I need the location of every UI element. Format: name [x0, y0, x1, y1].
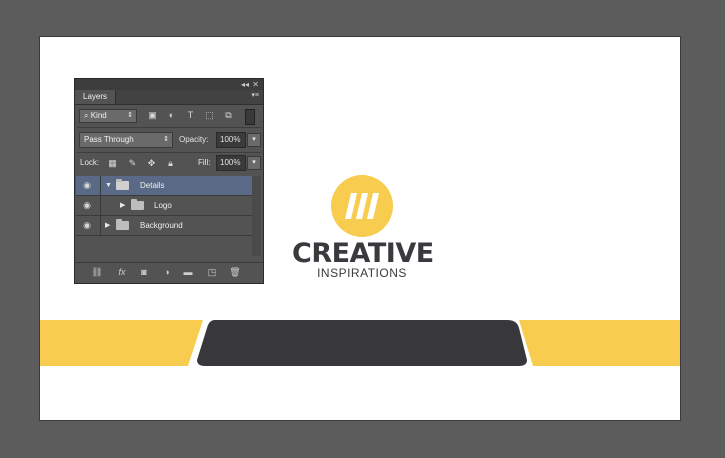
layers-scrollbar[interactable]	[252, 176, 261, 256]
lock-all-icon[interactable]: 🔒︎	[165, 158, 176, 169]
panel-menu-icon[interactable]: ▾≡	[251, 91, 259, 99]
trash-icon[interactable]: 🗑︎	[228, 266, 242, 278]
blend-mode-value: Pass Through	[84, 135, 134, 144]
visibility-eye-icon[interactable]: ◉	[80, 216, 94, 235]
adjustment-filter-icon[interactable]: ◐	[166, 110, 177, 121]
yellow-band-left	[40, 320, 203, 366]
new-layer-icon[interactable]: ◳	[205, 266, 219, 278]
brand-subtitle: INSPIRATIONS	[317, 266, 407, 280]
layer-name: Details	[140, 181, 165, 190]
collapse-triangle-icon[interactable]: ▶	[105, 216, 110, 235]
panel-title-bar[interactable]: ◂◂ ✕	[75, 79, 263, 90]
opacity-label: Opacity:	[179, 135, 209, 144]
filter-toggle[interactable]	[245, 109, 255, 125]
chevron-updown-icon: ⇕	[127, 112, 133, 119]
filter-kind-value: Kind	[90, 111, 107, 120]
collapse-icon[interactable]: ◂◂	[241, 79, 249, 90]
lock-label: Lock:	[80, 158, 100, 167]
new-group-icon[interactable]: ▬	[181, 266, 195, 278]
smart-object-filter-icon[interactable]: ⧉	[223, 110, 234, 121]
visibility-eye-icon[interactable]: ◉	[80, 196, 94, 215]
layers-list: ◉ ▼ Details ◉ ▶ Logo ◉ ▶ Background	[76, 176, 252, 236]
lock-paint-icon[interactable]: ✎	[127, 158, 138, 169]
yellow-band-right	[519, 320, 680, 366]
divider	[77, 152, 261, 153]
lock-position-icon[interactable]: ✥	[146, 158, 157, 169]
logo-badge	[331, 175, 393, 237]
collapse-triangle-icon[interactable]: ▶	[120, 196, 125, 215]
divider	[100, 216, 101, 235]
image-filter-icon[interactable]: ▣	[147, 110, 158, 121]
dark-center-band	[197, 320, 527, 366]
link-icon[interactable]: ⛓	[90, 266, 104, 278]
divider	[100, 196, 101, 215]
opacity-input[interactable]: 100%	[216, 132, 246, 148]
folder-icon	[116, 179, 129, 190]
lock-transparency-icon[interactable]: ▦	[107, 158, 118, 169]
adjustment-icon[interactable]: ◑	[160, 266, 174, 278]
folder-icon	[116, 219, 129, 230]
fill-input[interactable]: 100%	[216, 155, 246, 171]
blend-mode-dropdown[interactable]: Pass Through ⇕	[79, 132, 173, 148]
chevron-updown-icon: ⇕	[163, 136, 169, 143]
shape-filter-icon[interactable]: ⬚	[204, 110, 215, 121]
divider	[77, 127, 261, 128]
layer-name: Logo	[154, 201, 172, 210]
layer-row-details[interactable]: ◉ ▼ Details	[76, 176, 252, 196]
folder-icon	[131, 199, 144, 210]
layer-row-background[interactable]: ◉ ▶ Background	[76, 216, 252, 236]
layer-name: Background	[140, 221, 183, 230]
visibility-eye-icon[interactable]: ◉	[80, 176, 94, 195]
logo-mark-icon	[345, 193, 379, 219]
panel-tab-bar: Layers ▾≡	[75, 90, 263, 105]
fill-label: Fill:	[198, 158, 211, 167]
filter-kind-dropdown[interactable]: ⌕ Kind ⇕	[79, 109, 137, 123]
fx-icon[interactable]: fx	[115, 266, 129, 278]
close-icon[interactable]: ✕	[252, 79, 259, 90]
tab-layers[interactable]: Layers	[75, 90, 117, 104]
search-icon: ⌕	[84, 111, 91, 120]
panel-footer: ⛓ fx ◙ ◑ ▬ ◳ 🗑︎	[75, 262, 263, 283]
fill-dropdown-icon[interactable]: ▾	[247, 156, 261, 170]
expand-triangle-icon[interactable]: ▼	[105, 176, 112, 195]
type-filter-icon[interactable]: T	[185, 110, 196, 121]
opacity-dropdown-icon[interactable]: ▾	[247, 133, 261, 147]
layers-panel[interactable]: ◂◂ ✕ Layers ▾≡ ⌕ Kind ⇕ ▣ ◐ T ⬚ ⧉ Pass T…	[74, 78, 264, 284]
mask-icon[interactable]: ◙	[137, 266, 151, 278]
divider	[100, 176, 101, 195]
layer-row-logo[interactable]: ◉ ▶ Logo	[76, 196, 252, 216]
